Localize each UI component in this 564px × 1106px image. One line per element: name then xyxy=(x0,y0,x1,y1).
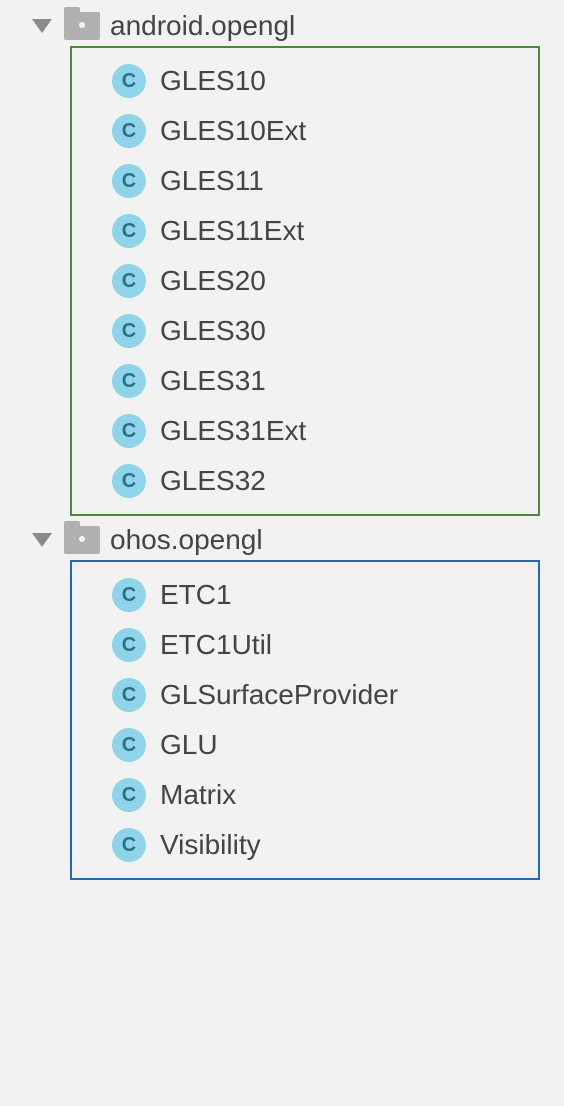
class-label: GLES10 xyxy=(160,65,266,97)
tree-item-class[interactable]: C GLES31 xyxy=(82,356,528,406)
class-icon: C xyxy=(112,828,146,862)
tree-item-class[interactable]: C ETC1 xyxy=(82,570,528,620)
class-icon: C xyxy=(112,214,146,248)
class-icon: C xyxy=(112,678,146,712)
class-icon: C xyxy=(112,164,146,198)
package-label: android.opengl xyxy=(110,10,295,42)
class-label: GLES11 xyxy=(160,165,264,197)
class-icon: C xyxy=(112,114,146,148)
tree-item-class[interactable]: C GLES10 xyxy=(82,56,528,106)
package-label: ohos.opengl xyxy=(110,524,263,556)
package-tree: android.opengl C GLES10 C GLES10Ext C GL… xyxy=(0,0,564,880)
class-icon: C xyxy=(112,578,146,612)
class-label: GLES32 xyxy=(160,465,266,497)
tree-item-class[interactable]: C GLES31Ext xyxy=(82,406,528,456)
class-label: GLES11Ext xyxy=(160,215,304,247)
class-icon: C xyxy=(112,264,146,298)
package-folder-icon xyxy=(64,12,100,40)
tree-item-class[interactable]: C GLES32 xyxy=(82,456,528,506)
class-icon: C xyxy=(112,728,146,762)
tree-item-package[interactable]: ohos.opengl xyxy=(0,520,564,560)
class-label: GLES20 xyxy=(160,265,266,297)
tree-item-class[interactable]: C Matrix xyxy=(82,770,528,820)
tree-item-class[interactable]: C ETC1Util xyxy=(82,620,528,670)
tree-item-class[interactable]: C Visibility xyxy=(82,820,528,870)
class-label: GLES30 xyxy=(160,315,266,347)
class-icon: C xyxy=(112,314,146,348)
class-label: GLES10Ext xyxy=(160,115,306,147)
tree-item-class[interactable]: C GLES11 xyxy=(82,156,528,206)
class-icon: C xyxy=(112,364,146,398)
class-icon: C xyxy=(112,414,146,448)
class-label: GLSurfaceProvider xyxy=(160,679,398,711)
chevron-down-icon xyxy=(32,19,52,33)
class-label: GLES31Ext xyxy=(160,415,306,447)
class-icon: C xyxy=(112,628,146,662)
tree-item-class[interactable]: C GLSurfaceProvider xyxy=(82,670,528,720)
tree-item-package[interactable]: android.opengl xyxy=(0,6,564,46)
class-label: Matrix xyxy=(160,779,236,811)
tree-item-class[interactable]: C GLU xyxy=(82,720,528,770)
tree-item-class[interactable]: C GLES30 xyxy=(82,306,528,356)
package-folder-icon xyxy=(64,526,100,554)
highlight-box-blue: C ETC1 C ETC1Util C GLSurfaceProvider C … xyxy=(70,560,540,880)
class-label: GLES31 xyxy=(160,365,266,397)
class-icon: C xyxy=(112,64,146,98)
chevron-down-icon xyxy=(32,533,52,547)
class-label: GLU xyxy=(160,729,218,761)
class-label: Visibility xyxy=(160,829,261,861)
class-label: ETC1 xyxy=(160,579,232,611)
highlight-box-green: C GLES10 C GLES10Ext C GLES11 C GLES11Ex… xyxy=(70,46,540,516)
tree-item-class[interactable]: C GLES10Ext xyxy=(82,106,528,156)
tree-item-class[interactable]: C GLES20 xyxy=(82,256,528,306)
tree-item-class[interactable]: C GLES11Ext xyxy=(82,206,528,256)
class-label: ETC1Util xyxy=(160,629,272,661)
class-icon: C xyxy=(112,778,146,812)
class-icon: C xyxy=(112,464,146,498)
